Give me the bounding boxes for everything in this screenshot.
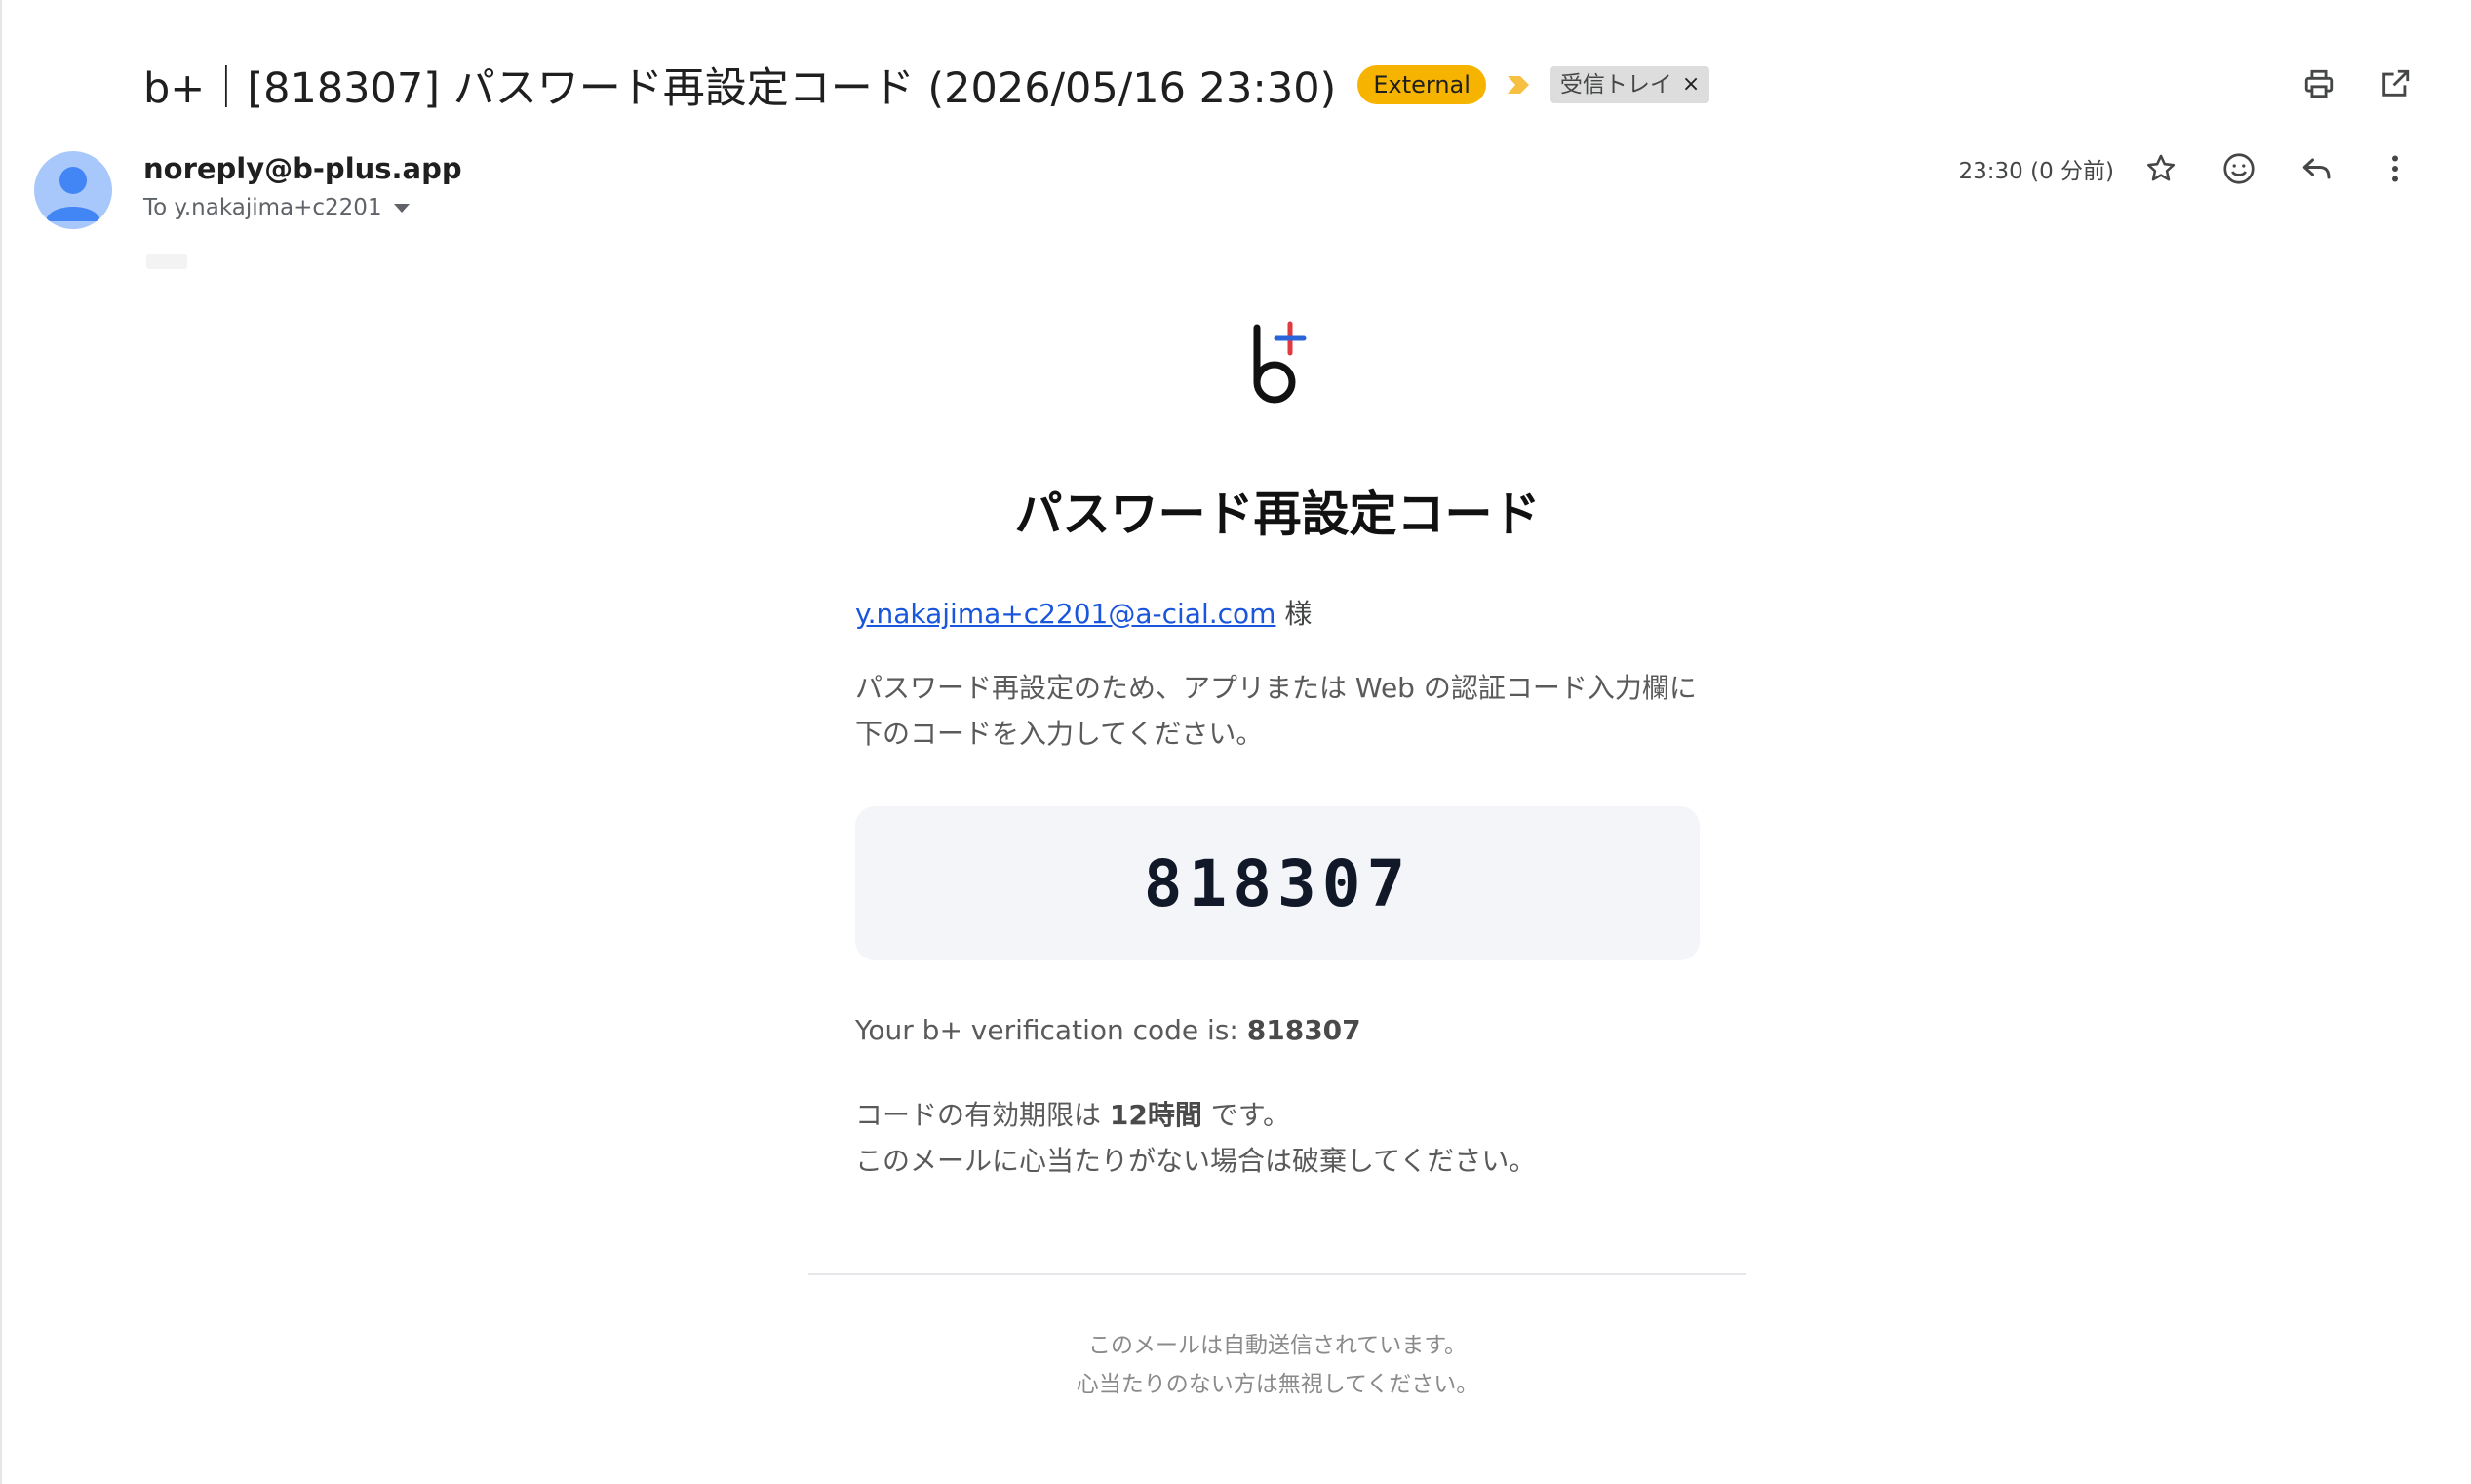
- recipient-email-link[interactable]: y.nakajima+c2201@a-cial.com: [855, 598, 1275, 630]
- print-icon[interactable]: [2299, 64, 2338, 103]
- expiry-prefix: コードの有効期限は: [855, 1099, 1110, 1131]
- recipient-line: To y.nakajima+c2201: [143, 195, 410, 220]
- verification-prefix: Your b+ verification code is:: [855, 1014, 1247, 1046]
- expiry-notice: コードの有効期限は 12時間 です。 このメールに心当たりがない場合は破棄してく…: [855, 1092, 1536, 1184]
- email-heading: パスワード再設定コード: [1014, 487, 1541, 542]
- discard-note: このメールに心当たりがない場合は破棄してください。: [855, 1145, 1537, 1177]
- email-subject: b+｜[818307] パスワード再設定コード (2026/05/16 23:3…: [143, 64, 1337, 113]
- verification-code-inline: 818307: [1246, 1014, 1361, 1046]
- sender-avatar[interactable]: [34, 151, 112, 229]
- star-icon[interactable]: [2141, 149, 2180, 188]
- remove-label-button[interactable]: ×: [1682, 70, 1700, 99]
- message-timestamp: 23:30 (0 分前): [1958, 159, 2114, 184]
- recipient-details-dropdown[interactable]: [393, 203, 410, 213]
- footer-line-auto-sent: このメールは自動送信されています。: [1087, 1333, 1467, 1358]
- honorific: 様: [1275, 598, 1313, 630]
- expiry-suffix: です。: [1201, 1099, 1290, 1131]
- reply-icon[interactable]: [2297, 149, 2336, 188]
- emoji-reaction-icon[interactable]: [2219, 149, 2258, 188]
- message-actions: 23:30 (0 分前): [1959, 149, 2414, 188]
- label-chip-text: 受信トレイ: [1559, 72, 1672, 98]
- email-footer: このメールは自動送信されています。 心当たりのない方は無視してください。: [855, 1326, 1700, 1404]
- inbox-label-chip[interactable]: 受信トレイ ×: [1549, 66, 1710, 103]
- collapsed-details: [146, 254, 187, 269]
- greeting: y.nakajima+c2201@a-cial.com 様: [855, 593, 1312, 632]
- instructions-text: パスワード再設定のため、アプリまたは Web の認証コード入力欄に下のコードを入…: [855, 672, 1697, 750]
- sender-email[interactable]: noreply@b-plus.app: [143, 152, 462, 185]
- subject-row: b+｜[818307] パスワード再設定コード (2026/05/16 23:3…: [143, 51, 1710, 119]
- verification-line: Your b+ verification code is: 818307: [855, 1014, 1361, 1046]
- open-in-new-window-icon[interactable]: [2375, 64, 2414, 103]
- important-marker-icon[interactable]: [1504, 70, 1533, 99]
- verification-code: 818307: [1143, 845, 1412, 921]
- verification-code-box: 818307: [855, 806, 1700, 960]
- more-vert-icon[interactable]: [2375, 149, 2414, 188]
- recipient-text: To y.nakajima+c2201: [143, 195, 382, 220]
- footer-line-ignore: 心当たりのない方は無視してください。: [1076, 1372, 1479, 1397]
- footer-divider: [808, 1273, 1746, 1275]
- b-plus-logo: [855, 312, 1700, 410]
- email-view: b+｜[818307] パスワード再設定コード (2026/05/16 23:3…: [0, 0, 2471, 1484]
- header-actions: [2299, 64, 2414, 103]
- expiry-value: 12時間: [1109, 1099, 1202, 1131]
- external-badge: External: [1357, 65, 1486, 104]
